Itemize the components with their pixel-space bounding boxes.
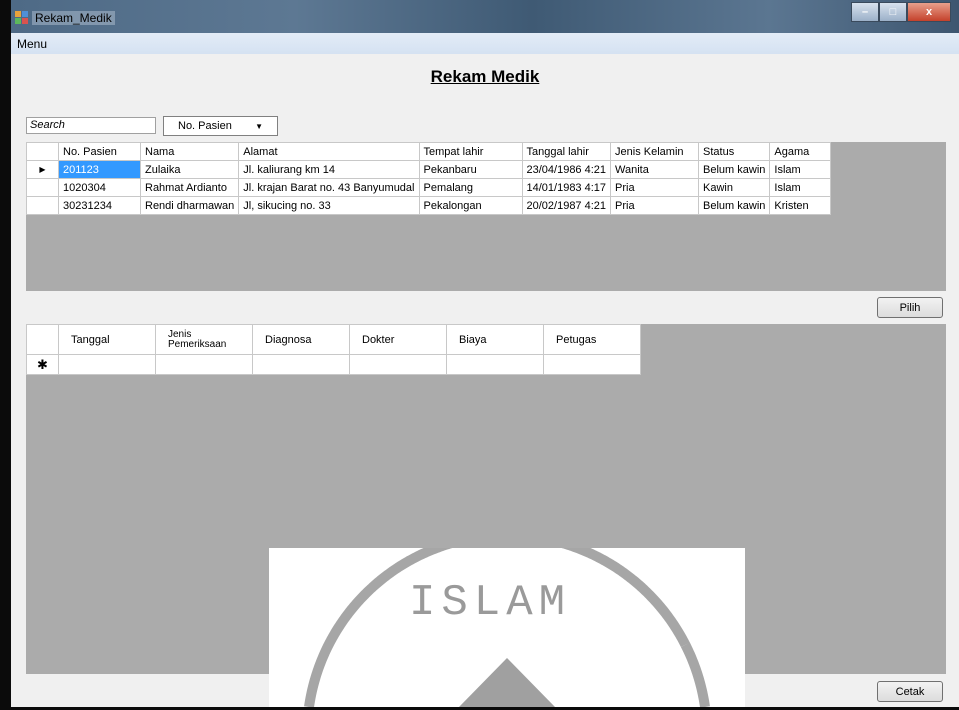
- watermark-text: ISLAM: [409, 578, 572, 628]
- table-row[interactable]: 30231234 Rendi dharmawan Jl, sikucing no…: [26, 196, 832, 215]
- row-header-corner: [26, 324, 59, 355]
- table-cell[interactable]: Pemalang: [418, 178, 523, 197]
- column-header[interactable]: Alamat: [238, 142, 420, 161]
- column-header[interactable]: No. Pasien: [58, 142, 141, 161]
- watermark-logo: ISLAM: [269, 530, 745, 708]
- row-header[interactable]: [26, 196, 59, 215]
- table-cell[interactable]: 14/01/1983 4:17: [521, 178, 612, 197]
- table-cell[interactable]: 30231234: [58, 196, 141, 215]
- column-header[interactable]: Petugas: [543, 324, 641, 355]
- window-title: Rekam_Medik: [32, 11, 115, 25]
- table-cell[interactable]: Pria: [610, 196, 700, 215]
- table-cell[interactable]: Wanita: [610, 160, 700, 179]
- table-cell[interactable]: Belum kawin: [698, 160, 771, 179]
- column-header[interactable]: Tanggal lahir: [521, 142, 612, 161]
- patients-grid[interactable]: No. Pasien Nama Alamat Tempat lahir Tang…: [26, 142, 946, 291]
- table-cell[interactable]: Rahmat Ardianto: [139, 178, 240, 197]
- column-header[interactable]: Jenis Kelamin: [610, 142, 700, 161]
- table-cell[interactable]: [446, 354, 544, 375]
- page-title: Rekam Medik: [430, 67, 540, 86]
- column-header[interactable]: Dokter: [349, 324, 447, 355]
- table-cell[interactable]: [155, 354, 253, 375]
- title-bar[interactable]: Rekam_Medik – □ x: [11, 0, 959, 33]
- table-cell[interactable]: Jl. kaliurang km 14: [238, 160, 420, 179]
- table-cell[interactable]: 23/04/1986 4:21: [521, 160, 612, 179]
- minimize-button[interactable]: –: [851, 2, 879, 22]
- table-cell[interactable]: Pria: [610, 178, 700, 197]
- column-header[interactable]: Nama: [139, 142, 240, 161]
- table-cell[interactable]: 1020304: [58, 178, 141, 197]
- column-header[interactable]: Agama: [769, 142, 832, 161]
- cetak-button[interactable]: Cetak: [877, 681, 943, 702]
- new-row[interactable]: ✱: [26, 354, 641, 375]
- column-header[interactable]: Tempat lahir: [418, 142, 523, 161]
- table-cell[interactable]: 20/02/1987 4:21: [521, 196, 612, 215]
- app-icon: [15, 11, 28, 24]
- close-button[interactable]: x: [907, 2, 951, 22]
- table-cell[interactable]: Jl, sikucing no. 33: [238, 196, 420, 215]
- table-cell[interactable]: Kawin: [698, 178, 771, 197]
- table-cell[interactable]: [349, 354, 447, 375]
- new-row-icon[interactable]: ✱: [26, 354, 59, 375]
- table-cell[interactable]: Kristen: [769, 196, 832, 215]
- column-header[interactable]: Tanggal: [58, 324, 156, 355]
- search-input[interactable]: Search: [26, 117, 156, 134]
- table-cell[interactable]: [543, 354, 641, 375]
- chevron-down-icon: ▼: [255, 122, 263, 131]
- search-filter-select[interactable]: No. Pasien ▼: [163, 116, 278, 136]
- column-header[interactable]: Jenis Pemeriksaan: [155, 324, 253, 355]
- table-row[interactable]: ▶ 201123 Zulaika Jl. kaliurang km 14 Pek…: [26, 160, 832, 179]
- table-row[interactable]: 1020304 Rahmat Ardianto Jl. krajan Barat…: [26, 178, 832, 197]
- current-row-indicator-icon[interactable]: ▶: [26, 160, 59, 179]
- patients-header-row: No. Pasien Nama Alamat Tempat lahir Tang…: [26, 142, 832, 161]
- column-header[interactable]: Biaya: [446, 324, 544, 355]
- table-cell[interactable]: Jl. krajan Barat no. 43 Banyumudal: [238, 178, 420, 197]
- table-cell[interactable]: Pekanbaru: [418, 160, 523, 179]
- table-cell[interactable]: Islam: [769, 178, 832, 197]
- table-cell[interactable]: Pekalongan: [418, 196, 523, 215]
- table-cell[interactable]: Rendi dharmawan: [139, 196, 240, 215]
- row-header[interactable]: [26, 178, 59, 197]
- menu-bar: Menu: [11, 33, 959, 54]
- pilih-button[interactable]: Pilih: [877, 297, 943, 318]
- table-cell[interactable]: 201123: [58, 160, 141, 179]
- maximize-button[interactable]: □: [879, 2, 907, 22]
- row-header-corner: [26, 142, 59, 161]
- records-header-row: Tanggal Jenis Pemeriksaan Diagnosa Dokte…: [26, 324, 641, 355]
- column-header[interactable]: Diagnosa: [252, 324, 350, 355]
- column-header[interactable]: Status: [698, 142, 771, 161]
- table-cell[interactable]: Zulaika: [139, 160, 240, 179]
- menu-item-menu[interactable]: Menu: [17, 37, 47, 51]
- table-cell[interactable]: [58, 354, 156, 375]
- table-cell[interactable]: Belum kawin: [698, 196, 771, 215]
- search-filter-value: No. Pasien: [178, 120, 232, 132]
- table-cell[interactable]: Islam: [769, 160, 832, 179]
- table-cell[interactable]: [252, 354, 350, 375]
